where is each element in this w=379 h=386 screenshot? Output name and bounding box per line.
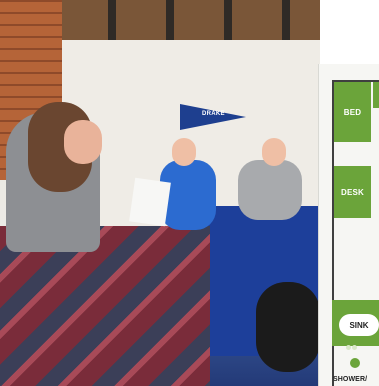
- bed-zone-edge: [373, 82, 379, 108]
- student-face: [172, 138, 196, 166]
- bean-bag: [256, 282, 320, 372]
- student-face: [64, 120, 102, 164]
- desk-label: DESK: [340, 187, 365, 197]
- bed-label: BED: [343, 107, 362, 117]
- sink-basin: SINK: [339, 314, 379, 336]
- paper-sheet: [129, 177, 171, 227]
- student-gray-shirt: [238, 160, 302, 220]
- shower-label: SHOWER/: [333, 376, 368, 383]
- bed-zone[interactable]: BED: [334, 82, 371, 142]
- desk-zone[interactable]: DESK: [334, 166, 371, 218]
- dorm-room-photo: DRAKE: [0, 0, 320, 386]
- sink-label: SINK: [349, 320, 369, 330]
- pennant-text: DRAKE: [202, 111, 225, 117]
- shower-drain-icon: [350, 358, 360, 368]
- faucet-icon: [346, 337, 362, 350]
- pennant-flag: [180, 104, 246, 130]
- student-face: [262, 138, 286, 166]
